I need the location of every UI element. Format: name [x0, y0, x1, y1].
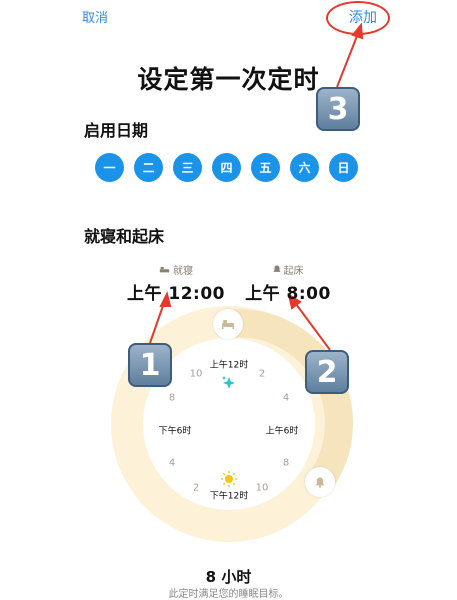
clock-label-top: 上午12时	[209, 360, 249, 371]
cancel-button[interactable]: 取消	[82, 7, 108, 26]
day-button-wed[interactable]: 三	[173, 153, 202, 182]
clock-label-bottom: 下午12时	[209, 491, 249, 502]
annotation-badge-2: 2	[305, 350, 349, 394]
bedtime-value: 上午 12:00	[126, 284, 226, 304]
day-button-sat[interactable]: 六	[290, 153, 319, 182]
sleep-heading: 就寝和起床	[84, 227, 165, 246]
wake-handle[interactable]	[305, 467, 335, 497]
dial-outer-ring	[111, 306, 347, 542]
annotation-arrow-1	[149, 299, 166, 344]
clock-number: 8	[282, 457, 290, 469]
clock-label-left: 下午6时	[158, 426, 192, 437]
wake-label: 起床	[283, 266, 304, 277]
bed-icon	[222, 320, 234, 329]
clock-number: 10	[255, 482, 269, 494]
bell-icon	[272, 265, 281, 272]
clock-number: 4	[282, 392, 290, 404]
annotation-arrow-2	[292, 299, 331, 351]
annotation-circle	[326, 1, 390, 35]
bedtime-readout: 就寝 上午 12:00	[126, 262, 226, 304]
annotation-badge-1: 1	[128, 343, 172, 387]
stars-icon	[222, 376, 235, 389]
day-button-sun[interactable]: 日	[329, 153, 358, 182]
bed-icon	[159, 266, 170, 272]
clock-number: 4	[168, 457, 176, 469]
clock-label-right: 上午6时	[265, 426, 299, 437]
clock-number: 2	[192, 482, 200, 494]
day-button-mon[interactable]: 一	[95, 153, 124, 182]
sleep-duration: 8 小时	[205, 568, 252, 586]
bedtime-label: 就寝	[173, 266, 193, 277]
sleep-goal-note: 此定时满足您的睡眠目标。	[168, 589, 289, 600]
bedtime-handle[interactable]	[213, 309, 243, 339]
clock-number: 2	[258, 368, 266, 380]
day-button-fri[interactable]: 五	[251, 153, 280, 182]
annotation-badge-3: 3	[316, 87, 360, 131]
sun-icon	[221, 471, 237, 487]
day-button-tue[interactable]: 二	[134, 153, 163, 182]
day-selector: 一 二 三 四 五 六 日	[95, 153, 358, 182]
wake-value: 上午 8:00	[245, 284, 331, 304]
clock-number: 8	[168, 392, 176, 404]
day-button-thu[interactable]: 四	[212, 153, 241, 182]
bell-icon	[315, 477, 325, 488]
wake-readout: 起床 上午 8:00	[238, 262, 338, 304]
clock-number: 10	[189, 368, 203, 380]
page-title: 设定第一次定时	[137, 65, 320, 94]
days-heading: 启用日期	[84, 121, 149, 140]
